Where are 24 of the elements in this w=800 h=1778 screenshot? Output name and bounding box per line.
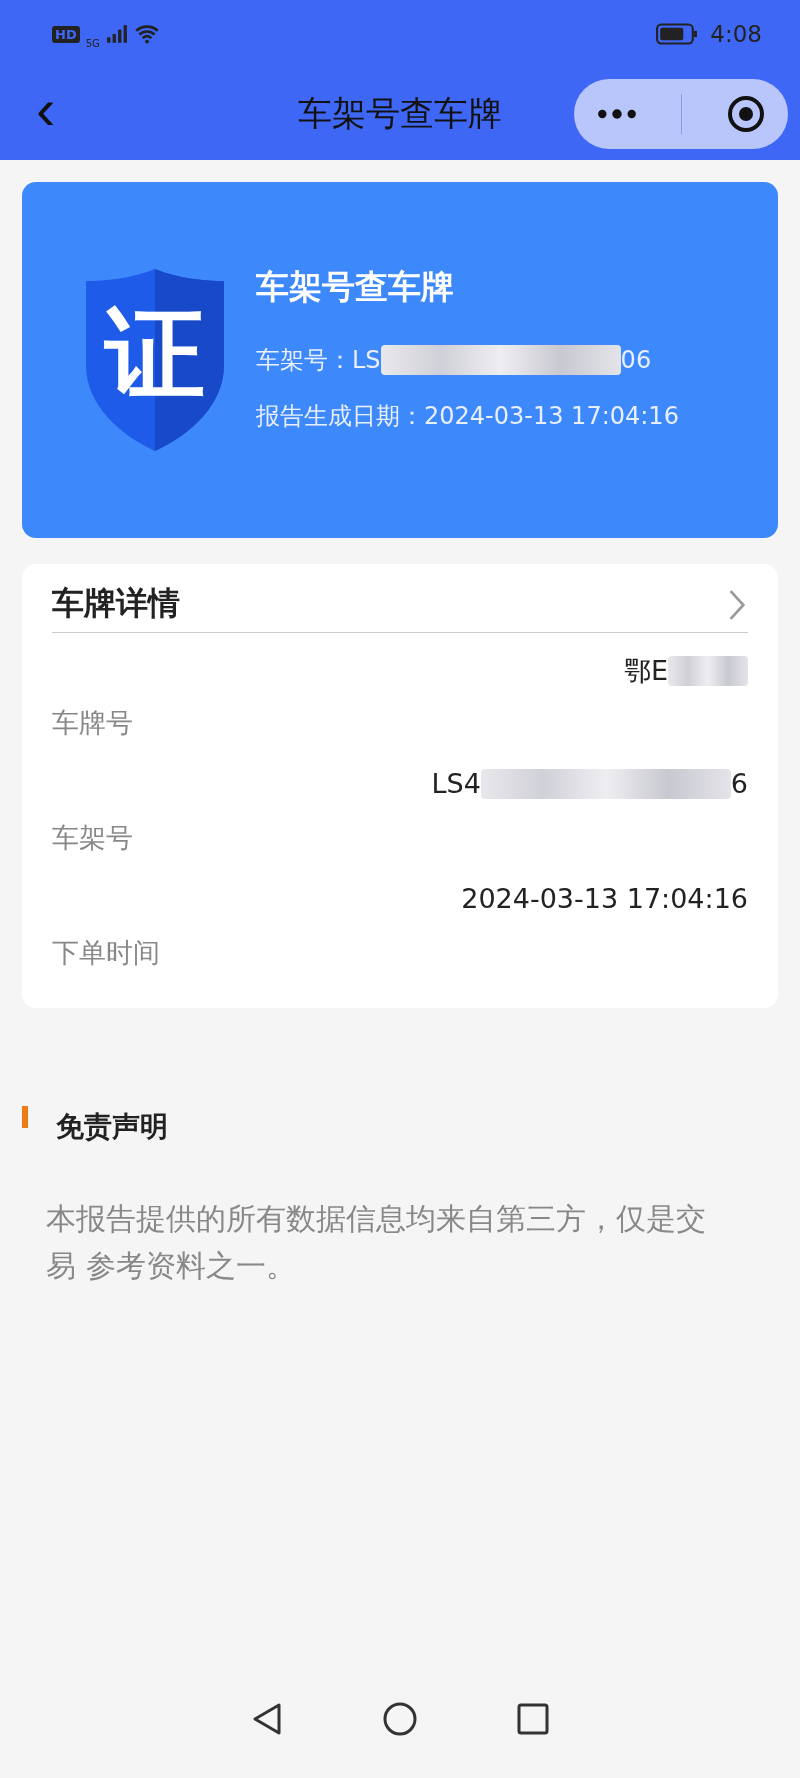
back-button[interactable]: ‹ [26,80,66,138]
disclaimer-title: 免责声明 [56,1109,168,1145]
report-title: 车架号查车牌 [256,265,455,308]
network-type: 5G [85,37,100,49]
field-value: 鄂E [623,654,668,688]
battery-icon [656,23,699,45]
disclaimer-text: 本报告提供的所有数据信息均来自第三方，仅是交易 参考资料之一。 [46,1200,707,1285]
more-icon[interactable] [595,108,638,120]
field-label: 车架号 [52,821,133,855]
field-label: 下单时间 [52,936,160,970]
page-title: 车架号查车牌 [298,92,502,135]
section-title: 车牌详情 [52,583,180,624]
field-value: LS4 [431,768,481,799]
report-date: 报告生成日期：2024-03-13 17:04:16 [256,400,679,432]
accent-bar [22,1106,28,1128]
field-label: 车牌号 [52,706,133,740]
clock: 4:08 [710,21,762,47]
vin-ending: 06 [620,345,652,374]
field-value: 2024-03-13 17:04:16 [461,883,748,914]
wifi-icon [133,24,160,44]
signal-icon [105,25,128,43]
vin-text: 车架号：LS [256,344,381,376]
field-value-ending: 6 [730,768,748,799]
hd-badge: HD [52,25,80,43]
